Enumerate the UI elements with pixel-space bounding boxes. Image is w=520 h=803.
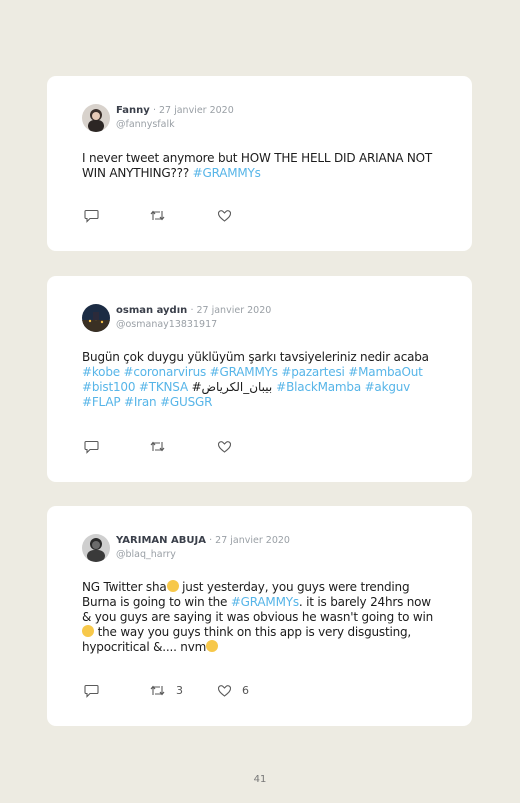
smirk-emoji-icon: [206, 640, 219, 652]
like-button[interactable]: [217, 438, 232, 454]
author-name[interactable]: YARIMAN ABUJA: [116, 535, 206, 546]
tweet-card: osman aydın · 27 janvier 2020 @osmanay13…: [47, 276, 472, 482]
retweet-icon: [150, 210, 165, 220]
avatar[interactable]: [82, 534, 110, 562]
reply-icon: [84, 440, 99, 454]
retweet-button[interactable]: 3: [149, 682, 183, 698]
retweet-icon: [150, 685, 165, 695]
author-name[interactable]: Fanny: [116, 105, 150, 116]
avatar[interactable]: [82, 304, 110, 332]
tweet-card: YARIMAN ABUJA · 27 janvier 2020 @blaq_ha…: [47, 506, 472, 726]
like-button[interactable]: 6: [217, 682, 249, 698]
tweet-text: I never tweet anymore but HOW THE HELL D…: [82, 151, 438, 181]
reply-icon: [84, 684, 99, 698]
tweet-date: · 27 janvier 2020: [209, 535, 290, 546]
tweet-text-part: NG Twitter sha: [82, 580, 167, 594]
reply-button[interactable]: [84, 207, 99, 223]
heart-icon: [217, 209, 232, 222]
retweet-count: 3: [176, 683, 183, 697]
tweet-date: · 27 janvier 2020: [190, 305, 272, 316]
hashtag[interactable]: #GRAMMYs: [193, 166, 261, 180]
tweet-text-part: Bugün çok duygu yüklüyüm şarkı tavsiyele…: [82, 350, 429, 364]
author-handle[interactable]: @blaq_harry: [116, 549, 176, 560]
tweet-text: NG Twitter sha just yesterday, you guys …: [82, 580, 438, 655]
laughing-emoji-icon: [166, 580, 179, 592]
retweet-button[interactable]: [149, 438, 166, 454]
like-count: 6: [242, 683, 249, 697]
author-handle[interactable]: @osmanay13831917: [116, 319, 217, 330]
reply-button[interactable]: [84, 438, 99, 454]
reply-button[interactable]: [84, 682, 99, 698]
page-number: 41: [253, 774, 267, 785]
author-line: YARIMAN ABUJA · 27 janvier 2020: [116, 535, 290, 547]
retweet-button[interactable]: [149, 207, 166, 223]
author-line: osman aydın · 27 janvier 2020: [116, 305, 271, 317]
author-line: Fanny · 27 janvier 2020: [116, 105, 234, 117]
tweet-text-part: #بيبان_الكرياض: [187, 380, 277, 394]
tweet-text-part: the way you guys think on this app is ve…: [82, 625, 412, 654]
tweet-card: Fanny · 27 janvier 2020 @fannysfalk I ne…: [47, 76, 472, 251]
avatar[interactable]: [82, 104, 110, 132]
tweet-date: · 27 janvier 2020: [152, 105, 234, 116]
heart-icon: [217, 440, 232, 453]
reply-icon: [84, 209, 99, 223]
surprised-emoji-icon: [82, 625, 94, 637]
heart-icon: [217, 684, 232, 697]
author-handle[interactable]: @fannysfalk: [116, 119, 175, 130]
tweet-text: Bugün çok duygu yüklüyüm şarkı tavsiyele…: [82, 350, 438, 410]
author-name[interactable]: osman aydın: [116, 305, 187, 316]
retweet-icon: [150, 441, 165, 451]
like-button[interactable]: [217, 207, 232, 223]
hashtag[interactable]: #GRAMMYs: [231, 595, 299, 609]
